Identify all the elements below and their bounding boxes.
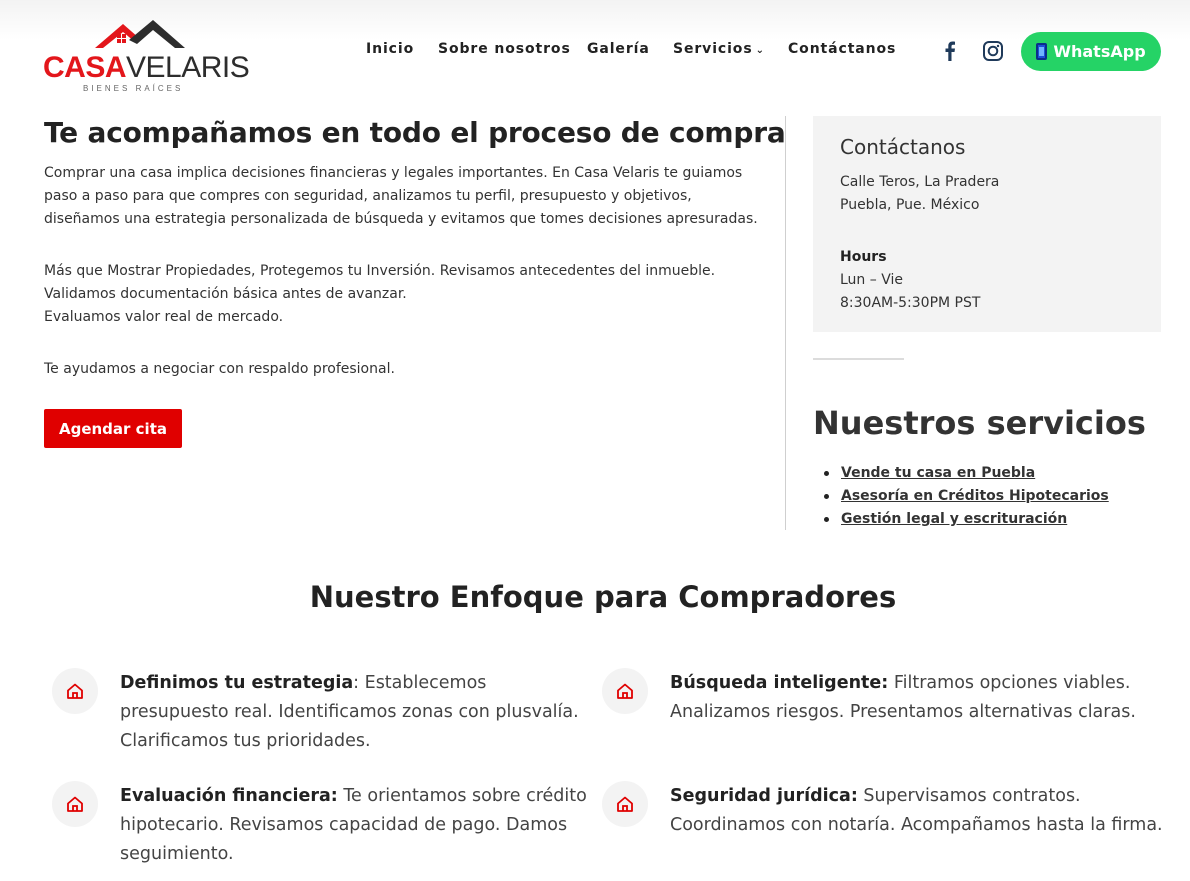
feature-icon-wrapper xyxy=(52,781,98,827)
nav-item-sobre-nosotros[interactable]: Sobre nosotros xyxy=(438,41,571,57)
nav-item-galeria[interactable]: Galería xyxy=(587,41,650,57)
feature-text: Búsqueda inteligente: Filtramos opciones… xyxy=(670,669,1180,727)
home-icon xyxy=(617,796,633,812)
address-line: Puebla, Pue. México xyxy=(840,197,980,213)
approach-section-title: Nuestro Enfoque para Compradores xyxy=(309,580,897,614)
nav-item-servicios[interactable]: Servicios ⌄ xyxy=(673,41,765,57)
logo-wordmark: CASAVELARIS xyxy=(43,51,250,84)
contact-card: Contáctanos Calle Teros, La Pradera Pueb… xyxy=(813,116,1161,332)
column-divider xyxy=(785,116,786,530)
hours-time: 8:30AM-5:30PM PST xyxy=(840,295,981,311)
house-roof-logo-icon xyxy=(95,20,185,48)
intro-paragraph: Comprar una casa implica decisiones fina… xyxy=(44,165,758,227)
facebook-icon[interactable] xyxy=(940,40,960,62)
services-title: Nuestros servicios xyxy=(813,404,1146,442)
schedule-appointment-button[interactable]: Agendar cita xyxy=(44,409,182,448)
logo-word-casa: CASA xyxy=(43,51,127,84)
chevron-down-icon: ⌄ xyxy=(755,45,765,56)
sidebar-divider xyxy=(813,358,904,360)
hours-days: Lun – Vie xyxy=(840,272,903,288)
feature-text: Evaluación financiera: Te orientamos sob… xyxy=(120,782,598,869)
home-icon xyxy=(67,683,83,699)
feature-heading: Definimos tu estrategia xyxy=(120,673,354,693)
home-icon xyxy=(67,796,83,812)
address-line: Calle Teros, La Pradera xyxy=(840,174,1000,190)
feature-text: Seguridad jurídica: Supervisamos contrat… xyxy=(670,782,1180,840)
benefits-line: Validamos documentación básica antes de … xyxy=(44,286,407,302)
benefits-paragraph: Más que Mostrar Propiedades, Protegemos … xyxy=(44,260,764,329)
mobile-phone-icon xyxy=(1036,43,1048,60)
feature-icon-wrapper xyxy=(602,781,648,827)
benefits-line: Más que Mostrar Propiedades, Protegemos … xyxy=(44,263,716,279)
service-link-gestion-legal[interactable]: Gestión legal y escrituración xyxy=(841,511,1067,527)
services-list: Vende tu casa en Puebla Asesoría en Créd… xyxy=(824,462,1109,531)
service-link-vende-tu-casa[interactable]: Vende tu casa en Puebla xyxy=(841,465,1035,481)
service-link-creditos-hipotecarios[interactable]: Asesoría en Créditos Hipotecarios xyxy=(841,488,1109,504)
feature-heading: Búsqueda inteligente: xyxy=(670,673,889,693)
nav-item-inicio[interactable]: Inicio xyxy=(366,41,414,57)
feature-text: Definimos tu estrategia: Establecemos pr… xyxy=(120,669,598,756)
feature-heading: Seguridad jurídica: xyxy=(670,786,858,806)
benefits-line: Evaluamos valor real de mercado. xyxy=(44,309,284,325)
whatsapp-button[interactable]: WhatsApp xyxy=(1021,32,1161,71)
list-item: Vende tu casa en Puebla xyxy=(824,462,1109,485)
whatsapp-button-label: WhatsApp xyxy=(1053,42,1146,61)
contact-title: Contáctanos xyxy=(840,135,966,159)
site-logo[interactable]: CASAVELARIS BIENES RAÍCES xyxy=(43,18,250,96)
logo-tagline: BIENES RAÍCES xyxy=(83,84,184,93)
feature-heading: Evaluación financiera: xyxy=(120,786,338,806)
feature-icon-wrapper xyxy=(602,668,648,714)
hours-label: Hours xyxy=(840,249,887,265)
list-item: Gestión legal y escrituración xyxy=(824,508,1109,531)
instagram-icon[interactable] xyxy=(982,40,1004,62)
page-title: Te acompañamos en todo el proceso de com… xyxy=(44,116,786,149)
feature-icon-wrapper xyxy=(52,668,98,714)
negotiation-paragraph: Te ayudamos a negociar con respaldo prof… xyxy=(44,361,395,377)
nav-item-contactanos[interactable]: Contáctanos xyxy=(788,41,896,57)
list-item: Asesoría en Créditos Hipotecarios xyxy=(824,485,1109,508)
home-icon xyxy=(617,683,633,699)
logo-word-velaris: VELARIS xyxy=(126,51,250,84)
site-header: CASAVELARIS BIENES RAÍCES Inicio Sobre n… xyxy=(0,0,1190,100)
nav-item-servicios-label: Servicios xyxy=(673,41,753,57)
